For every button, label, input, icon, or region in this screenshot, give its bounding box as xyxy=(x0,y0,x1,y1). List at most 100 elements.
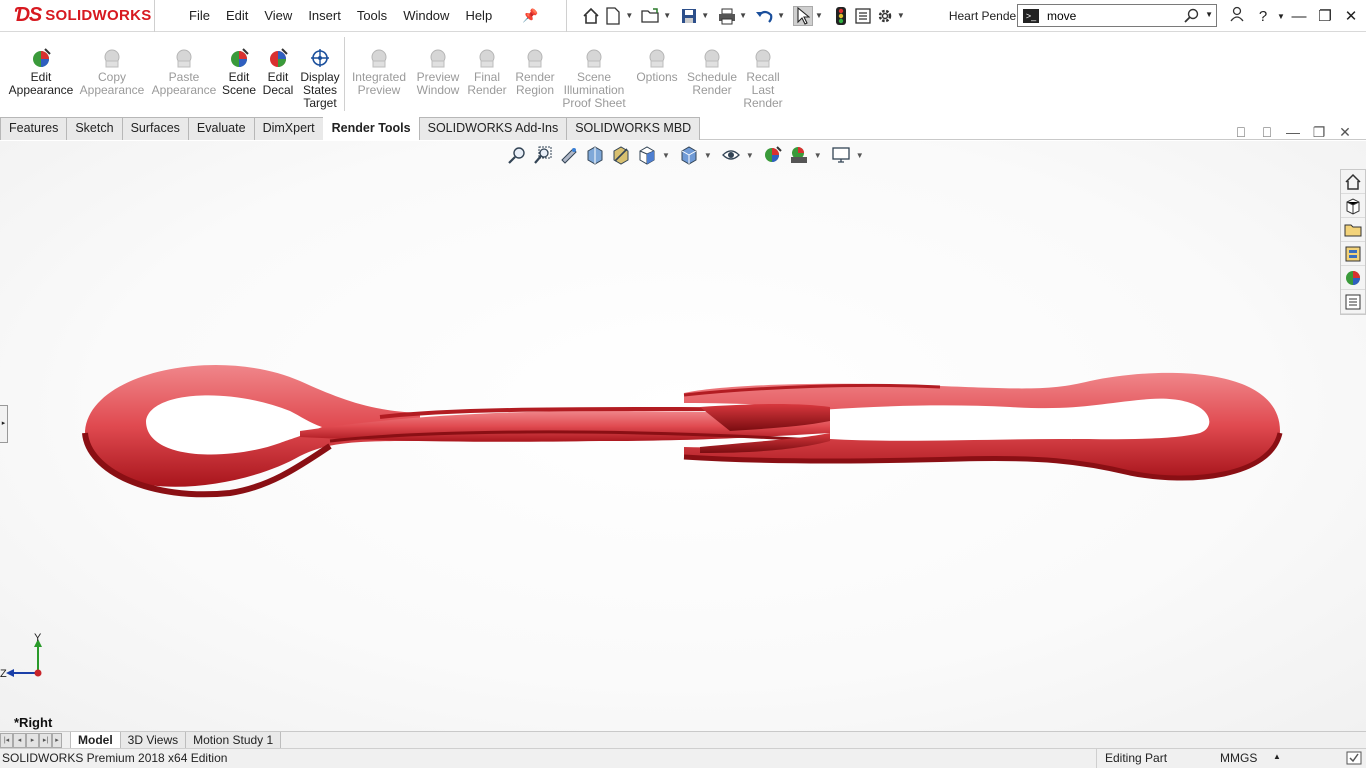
options-button[interactable]: Options xyxy=(633,47,681,84)
search-input[interactable] xyxy=(1047,8,1177,23)
paste-appearance-button[interactable]: Paste Appearance xyxy=(150,47,218,97)
options-dropdown-icon[interactable]: ▼ xyxy=(897,11,905,20)
pin-menu-icon[interactable]: 📌 xyxy=(514,8,546,24)
tab-evaluate[interactable]: Evaluate xyxy=(187,117,255,140)
tile-left-icon[interactable]: ⎕ xyxy=(1228,124,1254,141)
tab-3d-views[interactable]: 3D Views xyxy=(119,731,187,749)
help-dropdown-icon[interactable]: ▼ xyxy=(1276,12,1286,21)
render-region-button[interactable]: Render Region xyxy=(513,47,557,97)
menu-bar: File Edit View Insert Tools Window Help … xyxy=(181,0,546,32)
file-explorer-icon[interactable] xyxy=(1341,218,1365,242)
new-document-icon[interactable] xyxy=(603,6,623,26)
edit-appearance-label: Edit Appearance xyxy=(8,70,74,97)
appearances-scenes-decals-icon[interactable] xyxy=(1341,266,1365,290)
tile-right-icon[interactable]: ⎕ xyxy=(1254,124,1280,141)
edition-text: SOLIDWORKS Premium 2018 x64 Edition xyxy=(2,751,228,765)
recall-last-render-icon xyxy=(752,47,774,69)
file-properties-icon[interactable] xyxy=(853,6,873,26)
options-label: Options xyxy=(636,70,678,84)
schedule-render-button[interactable]: Schedule Render xyxy=(684,47,740,97)
menu-tools[interactable]: Tools xyxy=(349,8,395,23)
document-window-controls: ⎕ ⎕ — ❐ ✕ xyxy=(1228,124,1358,141)
customize-status-icon[interactable] xyxy=(1346,751,1362,768)
feature-manager-expand-handle[interactable]: ▸ xyxy=(0,405,8,443)
unit-system-dropdown-icon[interactable]: ▲ xyxy=(1273,752,1281,761)
help-icon[interactable]: ? xyxy=(1250,8,1276,25)
menu-insert[interactable]: Insert xyxy=(300,8,349,23)
search-commands-icon: >_ xyxy=(1023,8,1039,23)
search-dropdown-icon[interactable]: ▼ xyxy=(1205,10,1213,19)
final-render-label: Final Render xyxy=(467,70,507,97)
menu-edit[interactable]: Edit xyxy=(218,8,256,23)
print-icon[interactable] xyxy=(717,6,737,26)
axis-z-label: Z xyxy=(0,668,7,680)
menu-window[interactable]: Window xyxy=(395,8,457,23)
undo-dropdown-icon[interactable]: ▼ xyxy=(777,11,785,20)
select-dropdown-icon[interactable]: ▼ xyxy=(815,11,823,20)
open-dropdown-icon[interactable]: ▼ xyxy=(663,11,671,20)
copy-appearance-icon xyxy=(101,47,123,69)
solidworks-logo[interactable]: ƊS SOLIDWORKS xyxy=(0,0,155,32)
options-gear-icon[interactable] xyxy=(875,6,895,26)
home-icon[interactable] xyxy=(581,6,601,26)
minimize-window-icon[interactable]: — xyxy=(1286,8,1312,25)
title-right-controls: ? ▼ — ❐ ✕ xyxy=(1224,0,1364,32)
print-dropdown-icon[interactable]: ▼ xyxy=(739,11,747,20)
display-states-target-button[interactable]: Display States Target xyxy=(298,47,342,110)
edit-scene-button[interactable]: Edit Scene xyxy=(222,47,256,97)
doc-minimize-icon[interactable]: — xyxy=(1280,124,1306,141)
close-window-icon[interactable]: ✕ xyxy=(1338,7,1364,25)
view-palette-icon[interactable] xyxy=(1341,242,1365,266)
save-dropdown-icon[interactable]: ▼ xyxy=(701,11,709,20)
unit-system-button[interactable]: MMGS xyxy=(1220,751,1257,765)
tab-scroll-icon[interactable]: ▸ xyxy=(52,732,62,748)
doc-close-icon[interactable]: ✕ xyxy=(1332,124,1358,141)
integrated-preview-button[interactable]: Integrated Preview xyxy=(349,47,409,97)
copy-appearance-button[interactable]: Copy Appearance xyxy=(79,47,145,97)
reference-triad: Y Z xyxy=(0,632,42,680)
edit-decal-button[interactable]: Edit Decal xyxy=(259,47,297,97)
last-tab-icon[interactable]: ▸| xyxy=(39,732,52,748)
select-arrow-icon[interactable] xyxy=(792,5,813,26)
rebuild-traffic-light-icon[interactable] xyxy=(831,6,851,26)
custom-properties-icon[interactable] xyxy=(1341,290,1365,314)
tab-render-tools[interactable]: Render Tools xyxy=(322,117,420,140)
menu-help[interactable]: Help xyxy=(457,8,500,23)
tab-motion-study-1[interactable]: Motion Study 1 xyxy=(185,731,282,749)
graphics-area[interactable]: ▼ ▼ ▼ ▼ ▼ ▸ Y Z *Right xyxy=(0,141,1366,731)
open-folder-icon[interactable] xyxy=(641,6,661,26)
doc-restore-icon[interactable]: ❐ xyxy=(1306,124,1332,141)
edit-decal-label: Edit Decal xyxy=(262,70,294,97)
command-manager: Edit Appearance Copy Appearance Paste Appe… xyxy=(0,33,1366,117)
next-tab-icon[interactable]: ▸ xyxy=(26,732,39,748)
tab-surfaces[interactable]: Surfaces xyxy=(121,117,189,140)
undo-icon[interactable] xyxy=(755,6,775,26)
search-icon[interactable] xyxy=(1184,8,1200,27)
solidworks-resources-icon[interactable] xyxy=(1341,170,1365,194)
design-library-icon[interactable] xyxy=(1341,194,1365,218)
menu-file[interactable]: File xyxy=(181,8,218,23)
heart-pendent-model[interactable] xyxy=(0,141,1366,731)
save-icon[interactable] xyxy=(679,6,699,26)
recall-last-render-button[interactable]: Recall Last Render xyxy=(740,47,786,110)
tab-solidworks-mbd[interactable]: SOLIDWORKS MBD xyxy=(566,117,701,140)
tab-solidworks-add-ins[interactable]: SOLIDWORKS Add-Ins xyxy=(418,117,568,140)
tab-features[interactable]: Features xyxy=(0,117,68,140)
tab-sketch[interactable]: Sketch xyxy=(66,117,123,140)
restore-window-icon[interactable]: ❐ xyxy=(1312,7,1338,25)
command-search-box[interactable]: >_ ▼ xyxy=(1017,4,1217,27)
edit-appearance-button[interactable]: Edit Appearance xyxy=(5,47,77,97)
tab-model[interactable]: Model xyxy=(70,731,121,749)
preview-window-button[interactable]: Preview Window xyxy=(413,47,463,97)
final-render-button[interactable]: Final Render xyxy=(467,47,507,97)
final-render-icon xyxy=(476,47,498,69)
menu-view[interactable]: View xyxy=(256,8,300,23)
axis-y-label: Y xyxy=(34,632,42,644)
new-dropdown-icon[interactable]: ▼ xyxy=(625,11,633,20)
first-tab-icon[interactable]: |◂ xyxy=(0,732,13,748)
tab-dimxpert[interactable]: DimXpert xyxy=(253,117,324,140)
display-states-target-icon xyxy=(309,47,331,69)
user-account-icon[interactable] xyxy=(1224,6,1250,26)
scene-illumination-button[interactable]: Scene Illumination Proof Sheet xyxy=(561,47,627,110)
previous-tab-icon[interactable]: ◂ xyxy=(13,732,26,748)
